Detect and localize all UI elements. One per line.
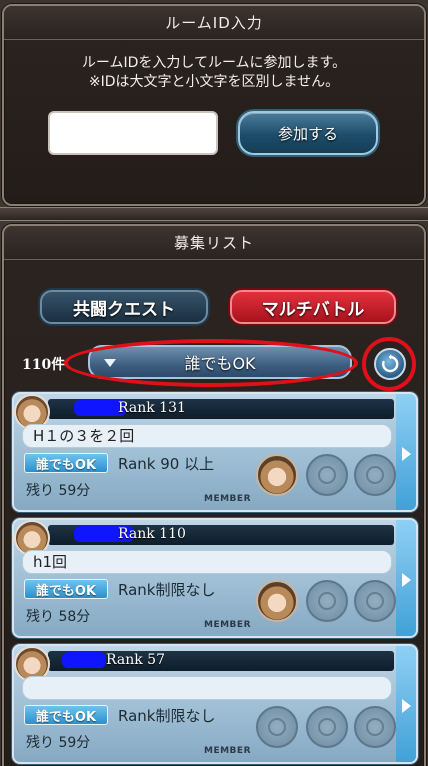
list-item[interactable]: Rank 110 h1回 誰でもOK Rank制限なし 残り 58分 MEMBE… xyxy=(12,518,418,638)
remaining-time: 残り 59分 xyxy=(26,735,91,751)
member-slot-empty xyxy=(256,706,298,748)
status-badge: 誰でもOK xyxy=(24,453,108,473)
room-desc-line1: ルームIDを入力してルームに参加します。 xyxy=(81,55,347,71)
chevron-down-icon xyxy=(104,359,116,367)
room-id-panel: ルームID入力 ルームIDを入力してルームに参加します。 ※IDは大文字と小文字… xyxy=(2,4,426,206)
member-slot-empty xyxy=(306,706,348,748)
filter-dropdown[interactable]: 誰でもOK xyxy=(88,345,352,379)
room-desc-line2: ※IDは大文字と小文字を区別しません。 xyxy=(88,74,340,90)
recruit-list-title: 募集リスト xyxy=(4,226,424,260)
card-open-button[interactable] xyxy=(396,646,416,762)
card-message: h1回 xyxy=(22,550,392,574)
refresh-button[interactable] xyxy=(374,348,406,380)
card-rank: Rank 110 xyxy=(118,526,186,542)
remaining-time: 残り 59分 xyxy=(26,483,91,499)
card-message xyxy=(22,676,392,700)
rank-limit: Rank 90 以上 xyxy=(118,455,215,473)
card-open-button[interactable] xyxy=(396,520,416,636)
emblem-icon xyxy=(318,592,336,610)
status-badge: 誰でもOK xyxy=(24,579,108,599)
rank-limit: Rank制限なし xyxy=(118,707,216,725)
card-message: H１の３を２回 xyxy=(22,424,392,448)
emblem-icon xyxy=(268,718,286,736)
card-rank: Rank 57 xyxy=(106,652,165,668)
chevron-right-icon xyxy=(401,699,411,713)
tab-coop-quest[interactable]: 共闘クエスト xyxy=(40,290,208,324)
member-slot-empty xyxy=(306,580,348,622)
redacted-name xyxy=(62,652,106,668)
status-badge: 誰でもOK xyxy=(24,705,108,725)
emblem-icon xyxy=(318,718,336,736)
tab-row: 共闘クエスト マルチバトル xyxy=(4,290,424,324)
panel-divider xyxy=(0,207,428,221)
room-id-title: ルームID入力 xyxy=(4,6,424,40)
member-slot-filled xyxy=(256,580,298,622)
chevron-right-icon xyxy=(401,447,411,461)
member-slot-filled xyxy=(256,454,298,496)
emblem-icon xyxy=(366,592,384,610)
member-label: MEMBER xyxy=(204,494,251,504)
rank-limit: Rank制限なし xyxy=(118,581,216,599)
result-count: 110件 xyxy=(22,357,66,373)
emblem-icon xyxy=(318,466,336,484)
list-item[interactable]: Rank 57 誰でもOK Rank制限なし 残り 59分 MEMBER xyxy=(12,644,418,764)
filter-label: 誰でもOK xyxy=(184,354,256,373)
member-slot-empty xyxy=(354,706,396,748)
chevron-right-icon xyxy=(401,573,411,587)
tab-multi-battle[interactable]: マルチバトル xyxy=(230,290,396,324)
remaining-time: 残り 58分 xyxy=(26,609,91,625)
member-slot-empty xyxy=(306,454,348,496)
emblem-icon xyxy=(366,466,384,484)
list-item[interactable]: Rank 131 H１の３を２回 誰でもOK Rank 90 以上 残り 59分… xyxy=(12,392,418,512)
member-label: MEMBER xyxy=(204,746,251,756)
refresh-icon xyxy=(382,354,399,373)
room-id-input[interactable] xyxy=(48,111,218,155)
emblem-icon xyxy=(366,718,384,736)
card-open-button[interactable] xyxy=(396,394,416,510)
room-id-description: ルームIDを入力してルームに参加します。 ※IDは大文字と小文字を区別しません。 xyxy=(4,54,424,92)
card-rank: Rank 131 xyxy=(118,400,186,416)
member-slot-empty xyxy=(354,580,396,622)
member-label: MEMBER xyxy=(204,620,251,630)
member-slot-empty xyxy=(354,454,396,496)
join-button[interactable]: 参加する xyxy=(238,111,378,155)
